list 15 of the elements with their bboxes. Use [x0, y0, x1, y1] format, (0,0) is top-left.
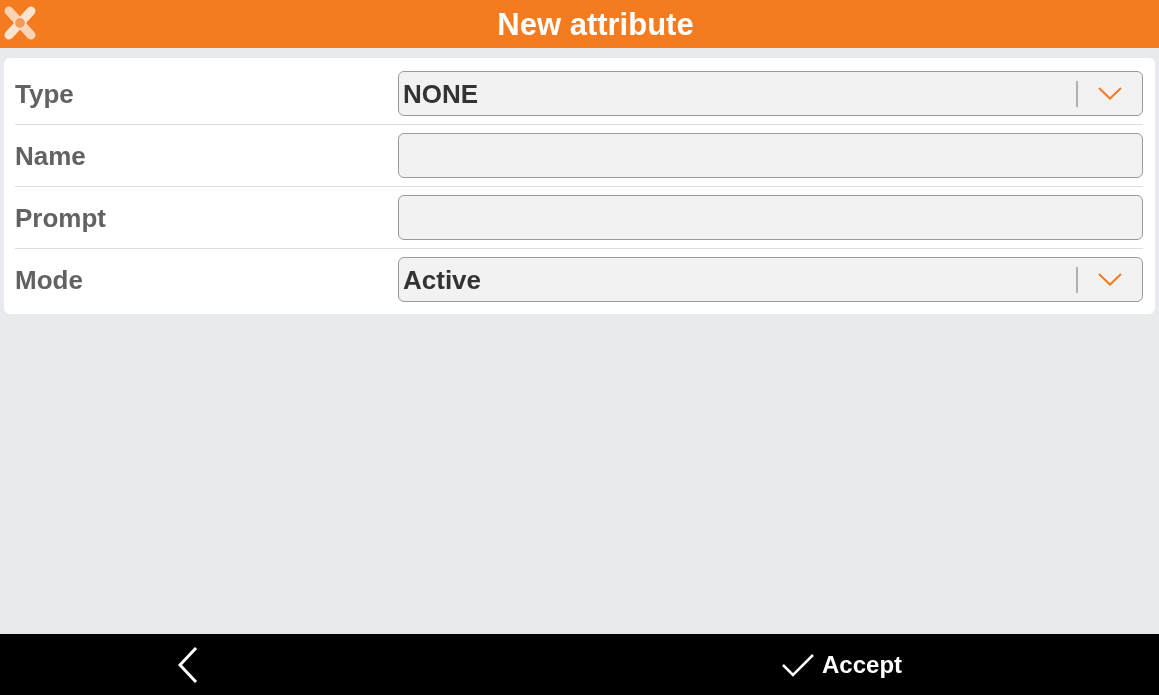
input-field[interactable] [398, 133, 1143, 178]
chevron-down-icon [1098, 87, 1122, 100]
chevron-down-icon [1098, 273, 1122, 286]
checkmark-icon [782, 652, 814, 677]
field-label: Mode [15, 266, 84, 293]
dropdown-field[interactable]: NONE [398, 71, 1143, 116]
input-field[interactable] [398, 195, 1143, 240]
field-label: Type [15, 80, 75, 107]
logo-icon [3, 5, 37, 41]
field-label: Name [15, 142, 87, 169]
dropdown-field[interactable]: Active [398, 257, 1143, 302]
chevron-left-icon [178, 646, 198, 683]
accept-button[interactable]: Accept [782, 652, 903, 677]
field-label: Prompt [15, 204, 107, 231]
window-title: New attribute [497, 8, 694, 40]
